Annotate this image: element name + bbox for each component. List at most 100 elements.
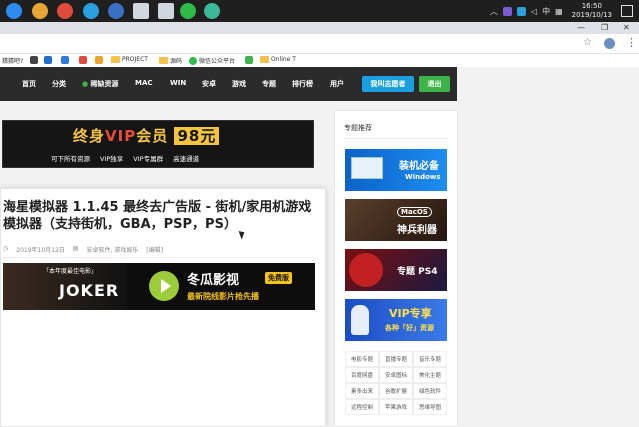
volume-icon[interactable]: ◁ [531, 7, 537, 16]
feature-fast-channel: 高速通道 [173, 155, 200, 163]
bookmark-favicon[interactable] [30, 56, 38, 64]
close-button[interactable]: ✕ [623, 22, 630, 34]
bookmark-label: PROJECT [122, 56, 148, 63]
topic-sub: 各种「好」资源 [385, 324, 434, 332]
clock-icon: ◷ [3, 245, 9, 252]
topic-label: 神兵利器 [397, 225, 437, 236]
nav-games[interactable]: 游戏 [232, 79, 246, 89]
nav-ranking[interactable]: 排行榜 [292, 79, 313, 89]
ad-promo: 冬瓜影视 免费版 最新院线影片抢先播 [127, 263, 315, 310]
telegram-icon[interactable] [83, 3, 99, 19]
tag-item[interactable]: 安卓图标 [379, 367, 413, 383]
tag-item[interactable]: 远程控制 [345, 399, 379, 415]
nav-mac[interactable]: MAC [135, 79, 153, 87]
bookmark-label: Online T [271, 56, 296, 63]
vip-membership-banner[interactable]: 终身VIP会员 98元 可下所有资源 VIP独享 VIP专属群 高速通道 [2, 120, 314, 168]
bookmark-folder-project[interactable]: PROJECT [111, 56, 148, 63]
app-icon[interactable] [32, 3, 48, 19]
tag-item[interactable]: 音乐专题 [413, 351, 447, 367]
logout-button[interactable]: 退出 [419, 76, 450, 92]
article-category[interactable]: 安卓软件, 游戏娱乐 [86, 245, 138, 254]
app-icon[interactable] [204, 3, 220, 19]
ad-slogan: 最新院线影片抢先播 [187, 292, 259, 301]
ad-banner[interactable]: 「本年度最佳电影」 JOKER 冬瓜影视 免费版 最新院线影片抢先播 [3, 263, 315, 310]
article-title[interactable]: 海星模拟器 1.1.45 最终去广告版 - 街机/家用机游戏模拟器（支持街机，G… [3, 199, 318, 233]
bookmark-favicon[interactable] [61, 56, 69, 64]
windows-taskbar: ︿ ◁ 中 ▦ 16:50 2019/10/13 [0, 0, 639, 22]
bookmark-favicon[interactable] [44, 56, 52, 64]
tag-item[interactable]: 电影专题 [345, 351, 379, 367]
bookmark-star-icon[interactable]: ☆ [583, 37, 592, 48]
astronaut-icon [351, 305, 369, 335]
clock[interactable]: 16:50 2019/10/13 [572, 2, 612, 20]
bookmark-folder-source[interactable]: 源码 [159, 56, 182, 65]
tag-item[interactable]: 苹果游戏 [379, 399, 413, 415]
app-icon[interactable] [108, 3, 124, 19]
bookmarks-bar: 猜猜吧? PROJECT 源码 微信公众平台 Online T [0, 54, 639, 67]
banner-price: 98元 [174, 127, 220, 145]
bookmark-folder-online[interactable]: Online T [260, 56, 296, 63]
ad-free-badge: 免费版 [265, 272, 292, 284]
notification-icon[interactable] [621, 5, 633, 17]
nav-win[interactable]: WIN [170, 79, 186, 87]
bookmark-favicon[interactable] [79, 56, 87, 64]
tray-app-icon[interactable] [502, 6, 512, 16]
nav-android[interactable]: 安卓 [202, 79, 216, 89]
bookmark-favicon[interactable] [95, 56, 103, 64]
bookmark-wechat-mp[interactable]: 微信公众平台 [189, 56, 235, 65]
topic-label: VIP专享 [389, 307, 432, 320]
nav-user[interactable]: 用户 [330, 79, 344, 89]
ad-movie-title: JOKER [59, 281, 120, 300]
wechat-icon[interactable] [180, 3, 196, 19]
chrome-app-icon[interactable] [6, 3, 22, 19]
system-tray: ︿ ◁ 中 ▦ 16:50 2019/10/13 [490, 0, 639, 22]
nav-topics[interactable]: 专题 [262, 79, 276, 89]
bookmark-item[interactable]: 猜猜吧? [2, 56, 23, 65]
topic-windows-essentials[interactable]: 装机必备 Windows [345, 149, 447, 191]
tag-item[interactable]: 百度网盘 [345, 367, 379, 383]
topic-label: 专题 PS4 [397, 267, 438, 277]
laptop-icon [351, 157, 383, 179]
nav-home[interactable]: 首页 [22, 79, 36, 89]
topic-vip-exclusive[interactable]: VIP专享 各种「好」资源 [345, 299, 447, 341]
ime-indicator[interactable]: 中 [542, 6, 550, 17]
bookmark-label: 微信公众平台 [199, 58, 236, 65]
topic-ps4[interactable]: 专题 PS4 [345, 249, 447, 291]
nav-rare-resources[interactable]: ● 稀缺资源 [82, 79, 119, 89]
tray-app-icon[interactable] [516, 6, 526, 16]
site-nav: 首页 分类 ● 稀缺资源 MAC WIN 安卓 游戏 专题 排行榜 用户 我叫志… [0, 67, 457, 101]
edit-link[interactable]: [编辑] [146, 245, 163, 254]
chevron-up-icon[interactable]: ︿ [490, 6, 498, 17]
banner-features: 可下所有资源 VIP独享 VIP专属群 高速通道 [51, 153, 199, 163]
tag-item[interactable]: 美化主题 [413, 367, 447, 383]
tag-item[interactable]: 思维导图 [413, 399, 447, 415]
tag-item[interactable]: 素多出来 [345, 383, 379, 399]
topic-label: 装机必备 [399, 161, 439, 172]
address-bar-row: ☆ ⋮ [0, 34, 639, 54]
tray-app-icon[interactable]: ▦ [555, 7, 563, 16]
topic-macos-tools[interactable]: MacOS 神兵利器 [345, 199, 447, 241]
tag-item[interactable]: 直播专题 [379, 351, 413, 367]
ad-movie-poster: 「本年度最佳电影」 JOKER [3, 263, 127, 310]
feature-download: 可下所有资源 [51, 155, 90, 163]
app-icon[interactable] [158, 3, 174, 19]
bookmark-favicon[interactable] [245, 56, 253, 64]
volunteer-button[interactable]: 我叫志愿者 [362, 76, 414, 92]
spiderman-image [349, 253, 383, 287]
feature-vip-group: VIP专属群 [133, 155, 164, 163]
minimize-button[interactable]: — [577, 22, 585, 34]
sidebar-title: 专题推荐 [344, 124, 372, 132]
folder-icon [159, 57, 168, 64]
tag-item[interactable]: 绿色软件 [413, 383, 447, 399]
article-date: 2019年10月12日 [16, 247, 65, 254]
monitor-icon[interactable] [133, 3, 149, 19]
topic-sub: Windows [405, 173, 441, 181]
maximize-button[interactable]: ❐ [601, 22, 608, 34]
profile-avatar[interactable] [604, 38, 615, 49]
bookmark-label: 猜猜吧? [2, 58, 24, 65]
feature-vip-exclusive: VIP独享 [100, 155, 124, 163]
app-icon[interactable] [57, 3, 73, 19]
tag-item[interactable]: 谷歌扩展 [379, 383, 413, 399]
more-menu-icon[interactable]: ⋮ [626, 36, 637, 49]
nav-category[interactable]: 分类 [52, 79, 66, 89]
